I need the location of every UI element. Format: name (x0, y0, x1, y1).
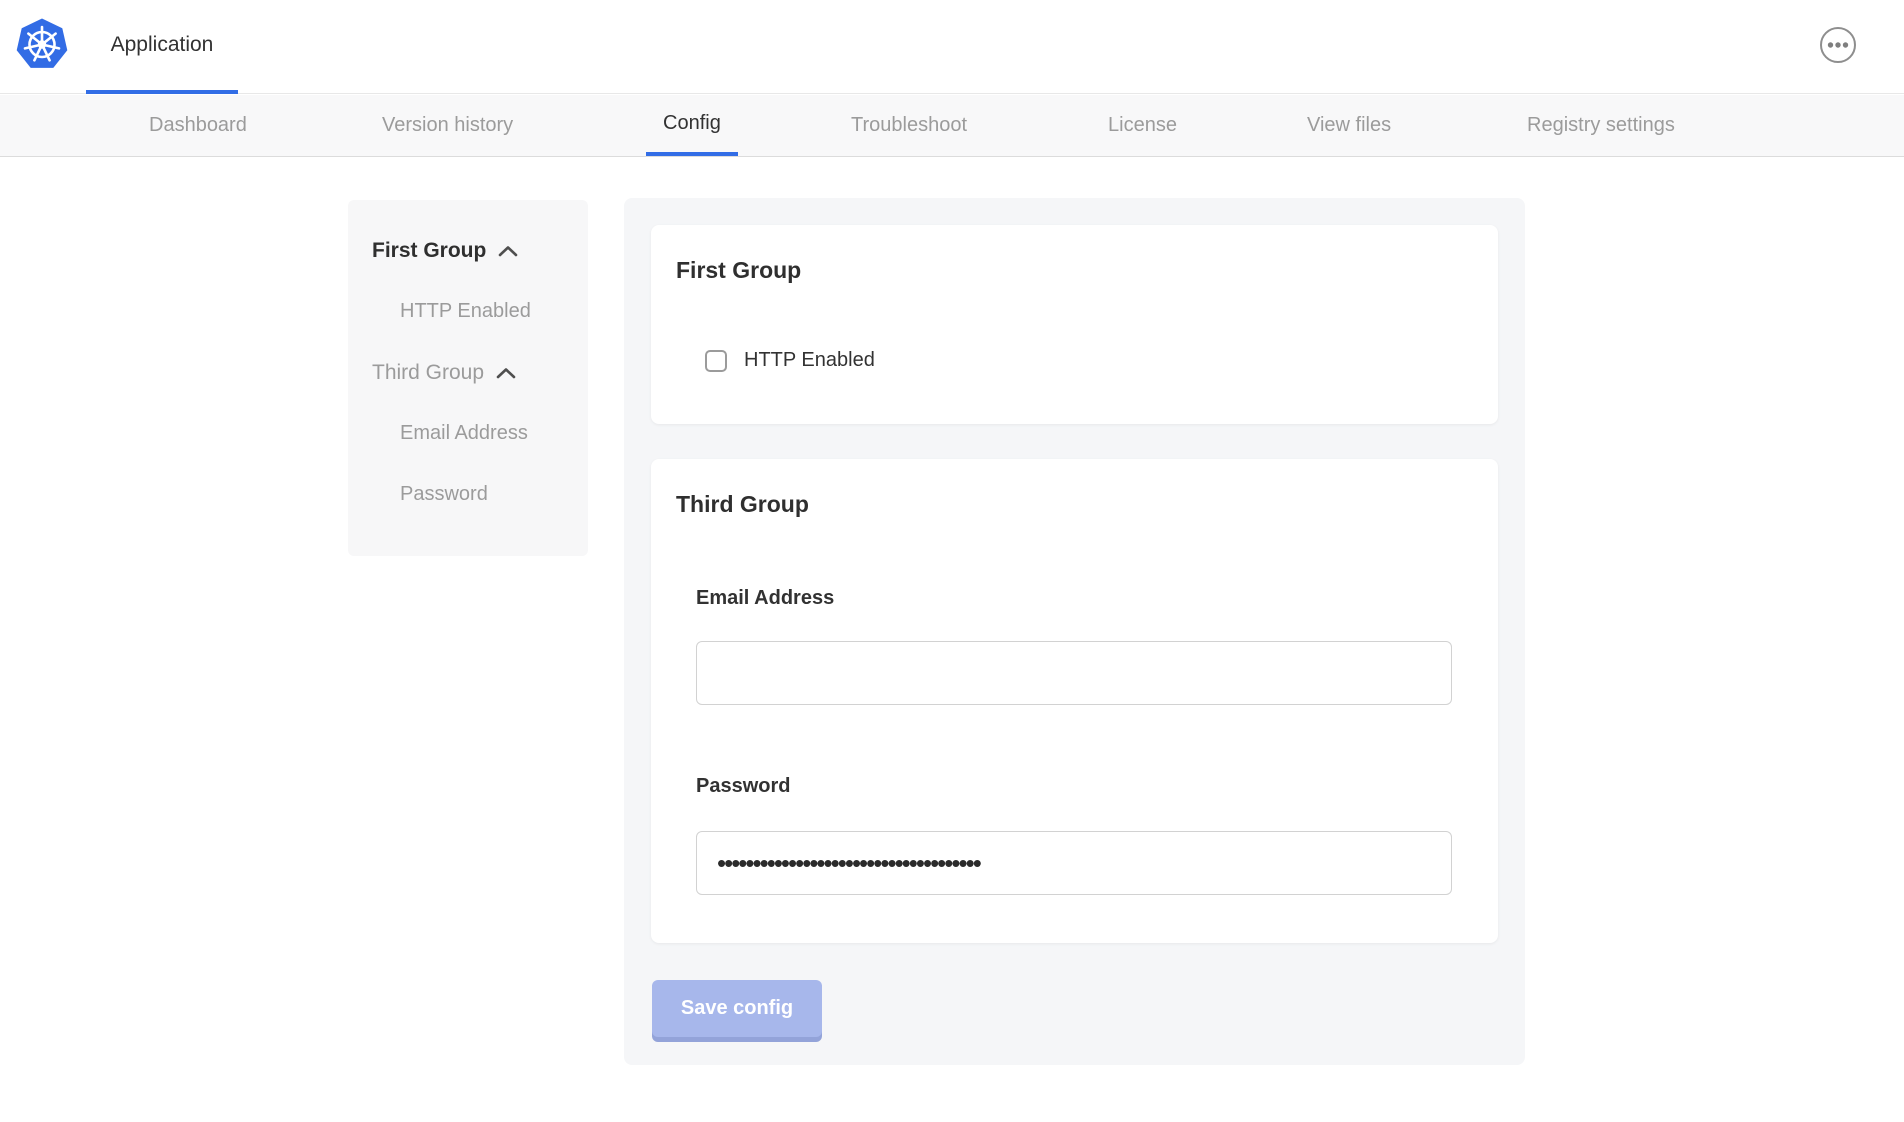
sidebar-group-label: Third Group (372, 361, 484, 385)
top-bar: Application (0, 0, 1904, 94)
http-enabled-checkbox[interactable] (705, 350, 727, 372)
email-address-label: Email Address (696, 587, 834, 610)
group-title: Third Group (676, 491, 809, 518)
tab-troubleshoot[interactable]: Troubleshoot (834, 95, 984, 156)
sidebar-item-email-address[interactable]: Email Address (372, 421, 588, 446)
save-config-button[interactable]: Save config (652, 980, 822, 1037)
sidebar-item-third-group[interactable]: Third Group (372, 360, 588, 385)
secondary-nav: Dashboard Version history Config Trouble… (0, 95, 1904, 157)
tab-license[interactable]: License (1091, 95, 1194, 156)
config-panel: First Group HTTP Enabled Third Group Ema… (624, 198, 1525, 1065)
chevron-up-icon[interactable] (498, 245, 518, 257)
email-address-field[interactable] (696, 641, 1452, 705)
tab-registry-settings[interactable]: Registry settings (1510, 95, 1692, 156)
sidebar-item-first-group[interactable]: First Group (372, 238, 588, 263)
config-sidebar: First Group HTTP Enabled Third Group Ema… (348, 200, 588, 556)
password-label: Password (696, 775, 790, 798)
tab-config[interactable]: Config (646, 95, 738, 156)
http-enabled-label: HTTP Enabled (744, 349, 875, 372)
sidebar-item-http-enabled[interactable]: HTTP Enabled (372, 299, 588, 324)
group-title: First Group (676, 257, 801, 284)
chevron-up-icon[interactable] (496, 367, 516, 379)
tab-view-files[interactable]: View files (1290, 95, 1408, 156)
kubernetes-logo-icon (16, 17, 68, 74)
ellipsis-icon[interactable] (1819, 26, 1857, 64)
sidebar-group-label: First Group (372, 239, 486, 263)
application-tab-label: Application (111, 33, 214, 57)
tab-version-history[interactable]: Version history (365, 95, 530, 156)
tab-dashboard[interactable]: Dashboard (132, 95, 264, 156)
password-field[interactable] (696, 831, 1452, 895)
config-group-card-first: First Group HTTP Enabled (651, 225, 1498, 424)
http-enabled-checkbox-row[interactable]: HTTP Enabled (705, 349, 875, 372)
config-group-card-third: Third Group Email Address Password (651, 459, 1498, 943)
tab-application[interactable]: Application (86, 0, 238, 94)
sidebar-item-password[interactable]: Password (372, 482, 588, 507)
